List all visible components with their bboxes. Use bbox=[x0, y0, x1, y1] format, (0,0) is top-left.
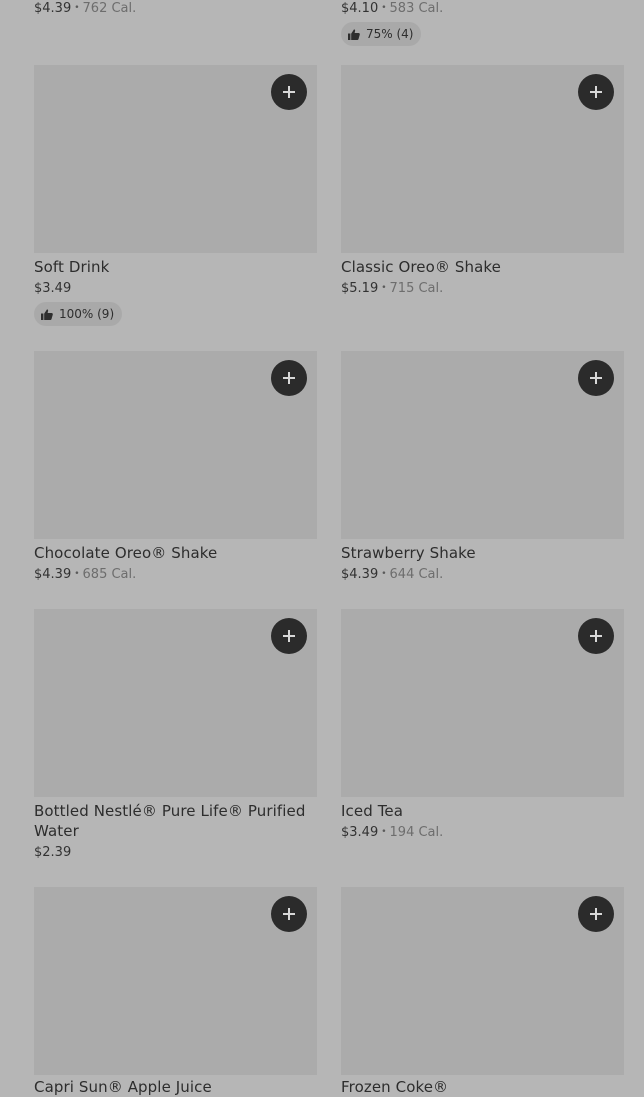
menu-item-meta: $2.39 bbox=[34, 844, 317, 861]
menu-item-image[interactable] bbox=[34, 351, 317, 539]
menu-item-price: $2.39 bbox=[34, 845, 72, 860]
separator-dot: • bbox=[381, 3, 387, 13]
rating-text: 100% (9) bbox=[59, 307, 115, 321]
menu-item-name: Chocolate Oreo® Shake bbox=[34, 544, 218, 562]
separator-dot: • bbox=[74, 569, 80, 579]
menu-item-name: Iced Tea bbox=[341, 802, 404, 820]
add-item-button[interactable] bbox=[271, 74, 307, 110]
menu-item-name: Bottled Nestlé® Pure Life® Purified Wate… bbox=[34, 802, 306, 840]
menu-item-info: Capri Sun® Apple Juice bbox=[34, 1077, 317, 1097]
menu-item-image[interactable] bbox=[34, 887, 317, 1075]
plus-icon bbox=[283, 372, 295, 384]
menu-item-info: Frozen Coke® bbox=[341, 1077, 624, 1097]
thumbs-up-icon bbox=[41, 308, 53, 320]
menu-item-meta: $3.49 bbox=[34, 280, 317, 297]
plus-icon bbox=[283, 908, 295, 920]
menu-item-meta: $4.39 • 644 Cal. bbox=[341, 566, 624, 583]
add-item-button[interactable] bbox=[578, 618, 614, 654]
menu-item-info: Strawberry Shake $4.39 • 644 Cal. bbox=[341, 543, 624, 583]
menu-item-calories: 715 Cal. bbox=[389, 281, 444, 296]
menu-item-grid: $4.39 • 762 Cal. $4.10 • 583 Cal. 75% (4) So… bbox=[0, 0, 644, 1096]
menu-item-calories: 644 Cal. bbox=[389, 567, 444, 582]
menu-item-name: Capri Sun® Apple Juice bbox=[34, 1078, 212, 1096]
menu-item-price: $4.39 bbox=[34, 567, 72, 582]
menu-item-info: Classic Oreo® Shake $5.19 • 715 Cal. bbox=[341, 257, 624, 297]
add-item-button[interactable] bbox=[271, 360, 307, 396]
menu-item-image[interactable] bbox=[341, 65, 624, 253]
menu-item-info: Bottled Nestlé® Pure Life® Purified Wate… bbox=[34, 801, 317, 861]
menu-item-meta: $3.49 • 194 Cal. bbox=[341, 824, 624, 841]
menu-item-meta: $4.39 • 685 Cal. bbox=[34, 566, 317, 583]
menu-item-price: $5.19 bbox=[341, 281, 379, 296]
separator-dot: • bbox=[381, 827, 387, 837]
plus-icon bbox=[283, 86, 295, 98]
menu-item-meta: $5.19 • 715 Cal. bbox=[341, 280, 624, 297]
add-item-button[interactable] bbox=[271, 896, 307, 932]
add-item-button[interactable] bbox=[578, 360, 614, 396]
menu-item-image[interactable] bbox=[34, 609, 317, 797]
menu-item-name: Classic Oreo® Shake bbox=[341, 258, 501, 276]
menu-item-image[interactable] bbox=[341, 609, 624, 797]
menu-item-calories: 685 Cal. bbox=[82, 567, 137, 582]
add-item-button[interactable] bbox=[578, 896, 614, 932]
plus-icon bbox=[590, 86, 602, 98]
rating-text: 75% (4) bbox=[366, 27, 414, 41]
separator-dot: • bbox=[74, 3, 80, 13]
menu-item-name: Strawberry Shake bbox=[341, 544, 476, 562]
menu-item-price: $4.10 bbox=[341, 1, 379, 16]
menu-item-info: Iced Tea $3.49 • 194 Cal. bbox=[341, 801, 624, 841]
menu-item-calories: 194 Cal. bbox=[389, 825, 444, 840]
add-item-button[interactable] bbox=[271, 618, 307, 654]
menu-item-image[interactable] bbox=[341, 887, 624, 1075]
menu-item-info: $4.39 • 762 Cal. bbox=[34, 0, 317, 17]
menu-item-info: Chocolate Oreo® Shake $4.39 • 685 Cal. bbox=[34, 543, 317, 583]
menu-item-price: $3.49 bbox=[341, 825, 379, 840]
rating-badge: 100% (9) bbox=[34, 302, 123, 326]
menu-item-image[interactable] bbox=[341, 351, 624, 539]
menu-item-price: $4.39 bbox=[34, 1, 72, 16]
separator-dot: • bbox=[381, 283, 387, 293]
plus-icon bbox=[590, 908, 602, 920]
menu-item-image[interactable] bbox=[34, 65, 317, 253]
menu-item-name: Frozen Coke® bbox=[341, 1078, 449, 1096]
menu-item-calories: 583 Cal. bbox=[389, 1, 444, 16]
menu-item-calories: 762 Cal. bbox=[82, 1, 137, 16]
rating-badge: 75% (4) bbox=[341, 22, 422, 46]
menu-item-price: $4.39 bbox=[341, 567, 379, 582]
menu-item-meta: $4.39 • 762 Cal. bbox=[34, 0, 317, 17]
menu-item-price: $3.49 bbox=[34, 281, 72, 296]
plus-icon bbox=[590, 630, 602, 642]
add-item-button[interactable] bbox=[578, 74, 614, 110]
thumbs-up-icon bbox=[348, 28, 360, 40]
menu-item-meta: $4.10 • 583 Cal. bbox=[341, 0, 624, 17]
menu-item-info: $4.10 • 583 Cal. 75% (4) bbox=[341, 0, 624, 46]
plus-icon bbox=[590, 372, 602, 384]
plus-icon bbox=[283, 630, 295, 642]
menu-item-info: Soft Drink $3.49 100% (9) bbox=[34, 257, 317, 326]
separator-dot: • bbox=[381, 569, 387, 579]
menu-item-name: Soft Drink bbox=[34, 258, 110, 276]
